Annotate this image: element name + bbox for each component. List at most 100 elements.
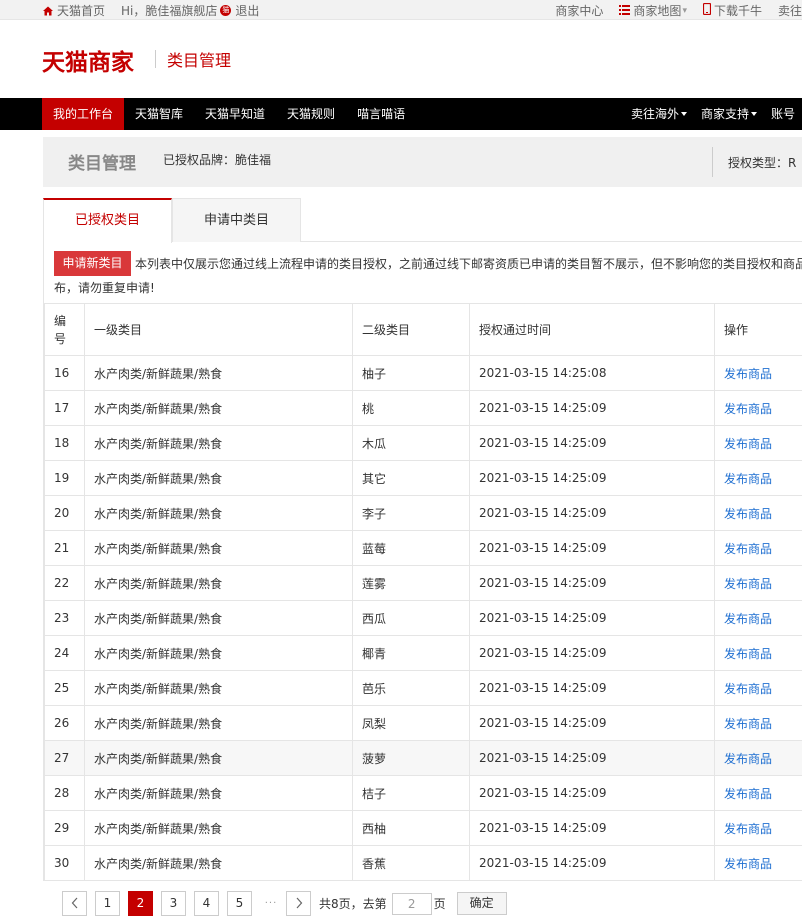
row-level1-category-cell: 水产肉类/新鲜蔬果/熟食 bbox=[84, 390, 353, 426]
chevron-left-icon bbox=[71, 897, 77, 909]
home-icon bbox=[42, 5, 54, 17]
row-level1-category-cell: 水产肉类/新鲜蔬果/熟食 bbox=[84, 530, 353, 566]
row-level2-category-cell: 西瓜 bbox=[352, 600, 470, 636]
table-row: 23 水产肉类/新鲜蔬果/熟食 西瓜 2021-03-15 14:25:09 发布商品 bbox=[44, 600, 802, 636]
nav-tmall-early-know[interactable]: 天猫早知道 bbox=[194, 98, 276, 130]
authorization-type: 授权类型：R bbox=[728, 156, 797, 170]
row-level1-category: 水产肉类/新鲜蔬果/熟食 bbox=[94, 541, 223, 556]
row-level1-category: 水产肉类/新鲜蔬果/熟食 bbox=[94, 576, 223, 591]
main-nav-right: 卖往海外 商家支持 账号 bbox=[624, 98, 802, 130]
row-level2-category: 蓝莓 bbox=[362, 541, 387, 556]
nav-account[interactable]: 账号 bbox=[764, 98, 802, 130]
site-map-link[interactable]: 商家地图 ▾ bbox=[619, 2, 687, 19]
next-page-button[interactable] bbox=[286, 891, 311, 916]
publish-product-link-cell: 发布商品 bbox=[714, 775, 802, 811]
row-id: 30 bbox=[54, 856, 70, 870]
row-approval-time: 2021-03-15 14:25:09 bbox=[479, 681, 607, 695]
page-head: 类目管理 已授权品牌：脆佳福 授权类型：R bbox=[43, 137, 802, 187]
publish-product-link[interactable]: 发布商品 bbox=[724, 682, 772, 696]
publish-product-link[interactable]: 发布商品 bbox=[724, 857, 772, 871]
row-approval-time: 2021-03-15 14:25:09 bbox=[479, 471, 607, 485]
page-1-button[interactable]: 1 bbox=[95, 891, 120, 916]
row-id-cell: 28 bbox=[44, 775, 85, 811]
header-approval-time: 授权通过时间 bbox=[469, 303, 715, 356]
row-level2-category-cell: 柚子 bbox=[352, 355, 470, 391]
publish-product-link[interactable]: 发布商品 bbox=[724, 717, 772, 731]
row-approval-time-cell: 2021-03-15 14:25:09 bbox=[469, 810, 715, 846]
page-5-button[interactable]: 5 bbox=[227, 891, 252, 916]
prev-page-button[interactable] bbox=[62, 891, 87, 916]
publish-product-link[interactable]: 发布商品 bbox=[724, 577, 772, 591]
row-id-cell: 20 bbox=[44, 495, 85, 531]
row-level2-category: 桔子 bbox=[362, 786, 387, 801]
tab-authorized-categories[interactable]: 已授权类目 bbox=[43, 198, 172, 243]
logout-link[interactable]: 退出 bbox=[235, 2, 259, 19]
row-id: 17 bbox=[54, 401, 70, 415]
header-operation: 操作 bbox=[714, 303, 802, 356]
pagination: 1 2 3 4 5 ··· 共8页，去第 页 确定 bbox=[62, 891, 507, 916]
publish-product-link[interactable]: 发布商品 bbox=[724, 787, 772, 801]
row-level1-category: 水产肉类/新鲜蔬果/熟食 bbox=[94, 506, 223, 521]
nav-sell-overseas[interactable]: 卖往海外 bbox=[624, 98, 694, 130]
row-level2-category: 芭乐 bbox=[362, 681, 387, 696]
table-row: 26 水产肉类/新鲜蔬果/熟食 凤梨 2021-03-15 14:25:09 发布商品 bbox=[44, 705, 802, 741]
page-4-button[interactable]: 4 bbox=[194, 891, 219, 916]
publish-product-link[interactable]: 发布商品 bbox=[724, 822, 772, 836]
row-level1-category-cell: 水产肉类/新鲜蔬果/熟食 bbox=[84, 425, 353, 461]
tab-pending-categories[interactable]: 申请中类目 bbox=[172, 198, 301, 242]
row-approval-time-cell: 2021-03-15 14:25:09 bbox=[469, 635, 715, 671]
seller-center-link[interactable]: 商家中心 bbox=[555, 2, 603, 19]
row-id: 22 bbox=[54, 576, 70, 590]
row-approval-time: 2021-03-15 14:25:09 bbox=[479, 541, 607, 555]
row-approval-time-cell: 2021-03-15 14:25:09 bbox=[469, 600, 715, 636]
page-ellipsis: ··· bbox=[264, 898, 278, 909]
row-level2-category-cell: 香蕉 bbox=[352, 845, 470, 881]
page-2-button[interactable]: 2 bbox=[128, 891, 153, 916]
row-level2-category: 香蕉 bbox=[362, 856, 387, 871]
row-level1-category-cell: 水产肉类/新鲜蔬果/熟食 bbox=[84, 775, 353, 811]
row-approval-time: 2021-03-15 14:25:09 bbox=[479, 436, 607, 450]
sell-overseas-top-link[interactable]: 卖往 bbox=[778, 2, 802, 19]
nav-my-workbench[interactable]: 我的工作台 bbox=[42, 98, 125, 130]
publish-product-link-cell: 发布商品 bbox=[714, 530, 802, 566]
row-approval-time-cell: 2021-03-15 14:25:09 bbox=[469, 460, 715, 496]
top-bar: 天猫首页 Hi，脆佳福旗舰店 猫 退出 商家中心 商家地图 ▾ 下载千牛 卖往 bbox=[0, 0, 802, 20]
table-row: 30 水产肉类/新鲜蔬果/熟食 香蕉 2021-03-15 14:25:09 发布商品 bbox=[44, 845, 802, 881]
nav-tmall-rules[interactable]: 天猫规则 bbox=[276, 98, 346, 130]
publish-product-link[interactable]: 发布商品 bbox=[724, 402, 772, 416]
apply-new-category-button[interactable]: 申请新类目 bbox=[54, 251, 131, 276]
site-map-label: 商家地图 bbox=[633, 4, 682, 18]
page-3-button[interactable]: 3 bbox=[161, 891, 186, 916]
row-id: 29 bbox=[54, 821, 70, 835]
phone-icon bbox=[702, 2, 712, 18]
page-title: 类目管理 bbox=[68, 154, 136, 174]
header-title: 类目管理 bbox=[167, 51, 232, 70]
publish-product-link[interactable]: 发布商品 bbox=[724, 612, 772, 626]
row-level1-category-cell: 水产肉类/新鲜蔬果/熟食 bbox=[84, 460, 353, 496]
header-id: 编号 bbox=[44, 303, 85, 356]
tmall-merchant-logo[interactable]: 天猫商家 bbox=[42, 43, 134, 77]
table-row: 17 水产肉类/新鲜蔬果/熟食 桃 2021-03-15 14:25:09 发布商品 bbox=[44, 390, 802, 426]
tmall-home-link[interactable]: 天猫首页 bbox=[57, 2, 105, 19]
publish-product-link[interactable]: 发布商品 bbox=[724, 752, 772, 766]
publish-product-link[interactable]: 发布商品 bbox=[724, 437, 772, 451]
row-level1-category: 水产肉类/新鲜蔬果/熟食 bbox=[94, 716, 223, 731]
page-head-divider bbox=[712, 147, 713, 177]
nav-tmall-think-tank[interactable]: 天猫智库 bbox=[124, 98, 194, 130]
notice-text-line1: 本列表中仅展示您通过线上流程申请的类目授权，之前通过线下邮寄资质已申请的类目暂不… bbox=[135, 257, 802, 271]
publish-product-link[interactable]: 发布商品 bbox=[724, 507, 772, 521]
download-qianniu-link[interactable]: 下载千牛 bbox=[702, 2, 762, 19]
publish-product-link[interactable]: 发布商品 bbox=[724, 542, 772, 556]
nav-miao-words[interactable]: 喵言喵语 bbox=[346, 98, 416, 130]
publish-product-link[interactable]: 发布商品 bbox=[724, 647, 772, 661]
publish-product-link[interactable]: 发布商品 bbox=[724, 472, 772, 486]
table-row: 22 水产肉类/新鲜蔬果/熟食 莲雾 2021-03-15 14:25:09 发布商品 bbox=[44, 565, 802, 601]
goto-page-input[interactable] bbox=[391, 892, 432, 915]
row-approval-time: 2021-03-15 14:25:09 bbox=[479, 716, 607, 730]
publish-product-link-cell: 发布商品 bbox=[714, 600, 802, 636]
row-level1-category: 水产肉类/新鲜蔬果/熟食 bbox=[94, 436, 223, 451]
publish-product-link[interactable]: 发布商品 bbox=[724, 367, 772, 381]
row-level1-category-cell: 水产肉类/新鲜蔬果/熟食 bbox=[84, 845, 353, 881]
nav-merchant-support[interactable]: 商家支持 bbox=[694, 98, 764, 130]
confirm-page-button[interactable]: 确定 bbox=[456, 892, 507, 915]
